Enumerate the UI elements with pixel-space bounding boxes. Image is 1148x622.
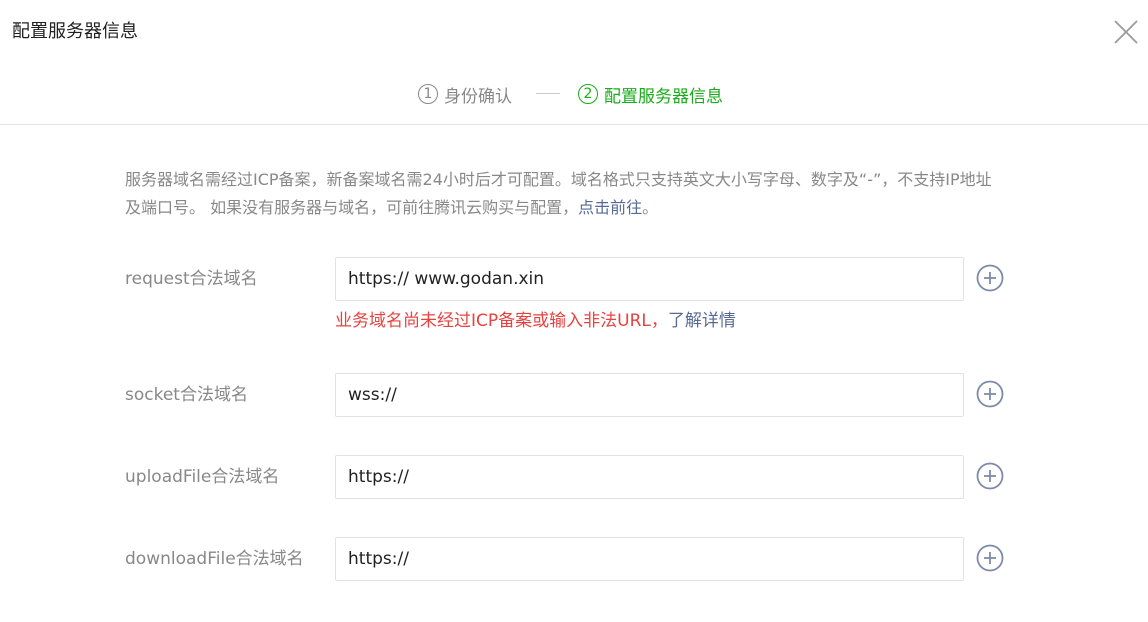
notice-suffix: 。 [642, 198, 659, 217]
dialog-title: 配置服务器信息 [12, 21, 138, 42]
close-icon [1114, 20, 1138, 44]
close-button[interactable] [1110, 16, 1142, 48]
socket-domain-input[interactable] [335, 373, 964, 417]
download-file-domain-input[interactable] [335, 537, 964, 581]
upload-file-domain-label: uploadFile合法域名 [125, 467, 280, 487]
error-message: 业务域名尚未经过ICP备案或输入非法URL， [335, 311, 668, 331]
step-server-config: 2 配置服务器信息 [578, 80, 723, 108]
step-number: 1 [418, 84, 438, 104]
step-connector [536, 93, 560, 94]
notice-body: 服务器域名需经过ICP备案，新备案域名需24小时后才可配置。域名格式只支持英文大… [125, 170, 992, 217]
go-to-tencent-cloud-link[interactable]: 点击前往 [578, 198, 642, 217]
add-download-file-domain-button[interactable] [976, 544, 1004, 572]
plus-circle-icon [976, 462, 1004, 490]
step-indicator: 1 身份确认 2 配置服务器信息 [0, 80, 1148, 108]
add-upload-file-domain-button[interactable] [976, 462, 1004, 490]
download-file-domain-label: downloadFile合法域名 [125, 549, 304, 569]
learn-more-link[interactable]: 了解详情 [668, 311, 736, 331]
step-identity-confirm: 1 身份确认 [418, 80, 512, 108]
upload-file-domain-input[interactable] [335, 455, 964, 499]
socket-domain-label: socket合法域名 [125, 385, 248, 405]
step-label: 身份确认 [444, 86, 512, 107]
step-number: 2 [578, 84, 598, 104]
request-domain-error: 业务域名尚未经过ICP备案或输入非法URL，了解详情 [335, 309, 736, 333]
plus-circle-icon [976, 264, 1004, 292]
add-socket-domain-button[interactable] [976, 380, 1004, 408]
step-label: 配置服务器信息 [604, 86, 723, 107]
notice-text: 服务器域名需经过ICP备案，新备案域名需24小时后才可配置。域名格式只支持英文大… [125, 166, 1005, 222]
request-domain-input[interactable] [335, 257, 964, 301]
plus-circle-icon [976, 544, 1004, 572]
plus-circle-icon [976, 380, 1004, 408]
request-domain-label: request合法域名 [125, 269, 258, 289]
add-request-domain-button[interactable] [976, 264, 1004, 292]
header-divider [0, 124, 1148, 125]
